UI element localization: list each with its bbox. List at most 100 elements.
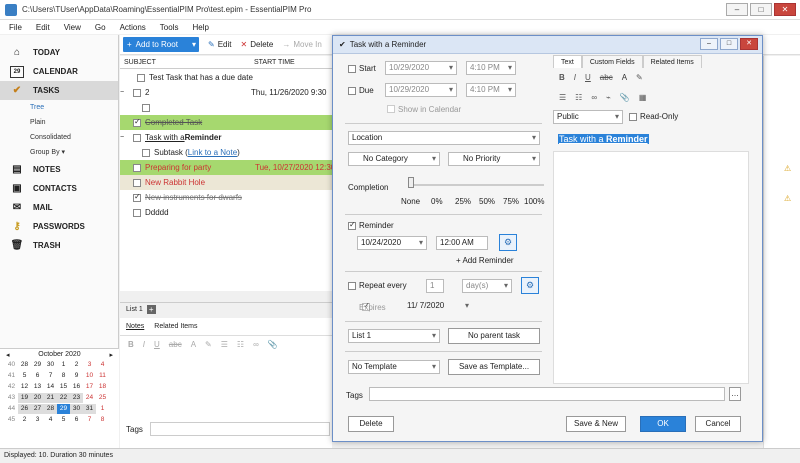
calendar-day[interactable]: 7	[83, 415, 96, 425]
repeat-checkbox[interactable]	[348, 282, 356, 290]
calendar-day[interactable]: 8	[57, 371, 70, 381]
add-list-icon[interactable]: +	[146, 305, 156, 314]
reminder-settings-gear-icon[interactable]: ⚙	[499, 234, 517, 251]
move-in-button[interactable]: → Move In	[282, 40, 321, 49]
calendar-day[interactable]: 26	[18, 404, 31, 414]
repeat-settings-gear-icon[interactable]: ⚙	[521, 277, 539, 294]
due-time-field[interactable]: 4:10 PM	[466, 83, 516, 97]
show-in-calendar-checkbox[interactable]	[387, 105, 395, 113]
dialog-close-button[interactable]: ✕	[740, 38, 758, 50]
repeat-count-field[interactable]: 1	[426, 279, 444, 293]
save-as-template-button[interactable]: Save as Template...	[448, 359, 540, 375]
nav-contacts[interactable]: ▣ CONTACTS	[0, 179, 118, 198]
menu-file[interactable]: File	[9, 23, 22, 32]
tab-related-items-dialog[interactable]: Related Items	[642, 55, 702, 68]
nav-notes[interactable]: ▤ NOTES	[0, 160, 118, 179]
priority-select[interactable]: No Priority	[448, 152, 540, 166]
dialog-minimize-button[interactable]: –	[700, 38, 718, 50]
calendar-day[interactable]: 23	[70, 393, 83, 403]
menu-actions[interactable]: Actions	[120, 23, 146, 32]
calendar-day[interactable]: 4	[96, 360, 109, 370]
task-checkbox[interactable]	[142, 148, 150, 157]
category-select[interactable]: No Category	[348, 152, 440, 166]
calendar-day[interactable]: 14	[44, 382, 57, 392]
calendar-day[interactable]: 29	[31, 360, 44, 370]
calendar-day[interactable]: 29	[57, 404, 70, 414]
tab-text[interactable]: Text	[553, 55, 582, 68]
close-button[interactable]: ✕	[774, 3, 796, 16]
menu-tools[interactable]: Tools	[160, 23, 179, 32]
calendar-day[interactable]: 25	[96, 393, 109, 403]
menu-help[interactable]: Help	[192, 23, 208, 32]
nav-mail[interactable]: ✉ MAIL	[0, 198, 118, 217]
ok-button[interactable]: OK	[640, 416, 686, 432]
calendar-day[interactable]: 1	[96, 404, 109, 414]
location-field[interactable]: Location	[348, 131, 540, 145]
link-icon[interactable]: ∞	[591, 93, 597, 102]
dialog-maximize-button[interactable]: □	[720, 38, 738, 50]
calendar-day[interactable]: 16	[70, 382, 83, 392]
calendar-day[interactable]: 5	[18, 371, 31, 381]
reminder-time-field[interactable]: 12:00 AM	[436, 236, 488, 250]
calendar-day[interactable]: 15	[57, 382, 70, 392]
start-time-field[interactable]: 4:10 PM	[466, 61, 516, 75]
tags-browse-button[interactable]: …	[729, 387, 741, 401]
calendar-day[interactable]: 30	[70, 404, 83, 414]
read-only-checkbox[interactable]	[629, 113, 637, 121]
menu-view[interactable]: View	[64, 23, 81, 32]
strikethrough-icon[interactable]: abc	[600, 73, 613, 82]
list-tab[interactable]: List 1	[126, 306, 143, 313]
minimize-button[interactable]: –	[726, 3, 748, 16]
picture-icon[interactable]: ▦	[639, 93, 647, 102]
calendar-day[interactable]: 27	[31, 404, 44, 414]
task-checkbox[interactable]	[133, 88, 141, 97]
calendar-day[interactable]: 4	[44, 415, 57, 425]
menu-edit[interactable]: Edit	[36, 23, 50, 32]
tab-notes[interactable]: Notes	[126, 323, 144, 330]
expires-date-field[interactable]: 11/ 7/2020	[404, 300, 472, 314]
col-subject[interactable]: SUBJECT	[124, 59, 254, 66]
nav-tasks-tree[interactable]: Tree	[0, 100, 118, 115]
parent-task-button[interactable]: No parent task	[448, 328, 540, 344]
task-checkbox[interactable]	[133, 133, 141, 142]
task-checkbox[interactable]	[133, 208, 141, 217]
reminder-checkbox[interactable]	[348, 220, 356, 230]
nav-tasks[interactable]: ✔ TASKS	[0, 81, 118, 100]
calendar-day[interactable]: 3	[83, 360, 96, 370]
font-color-icon[interactable]: A	[622, 73, 627, 82]
calendar-day[interactable]: 17	[83, 382, 96, 392]
template-select[interactable]: No Template	[348, 360, 440, 374]
due-checkbox[interactable]	[348, 87, 356, 95]
task-checkbox[interactable]	[142, 103, 150, 112]
calendar-day[interactable]: 5	[57, 415, 70, 425]
calendar-day[interactable]: 31	[83, 404, 96, 414]
repeat-unit-select[interactable]: day(s)	[462, 279, 512, 293]
next-month-icon[interactable]: ▸	[109, 351, 113, 359]
attach-icon[interactable]: 📎	[620, 93, 630, 102]
start-date-field[interactable]: 10/29/2020	[385, 61, 457, 75]
nav-tasks-plain[interactable]: Plain	[0, 115, 118, 130]
calendar-day[interactable]: 11	[96, 371, 109, 381]
calendar-day[interactable]: 21	[44, 393, 57, 403]
calendar-day[interactable]: 22	[57, 393, 70, 403]
task-checkbox[interactable]	[133, 178, 141, 187]
calendar-day[interactable]: 13	[31, 382, 44, 392]
col-start-time[interactable]: START TIME	[254, 59, 295, 66]
highlight-icon[interactable]: ✎	[636, 73, 643, 82]
calendar-day[interactable]: 9	[70, 371, 83, 381]
calendar-day[interactable]: 24	[83, 393, 96, 403]
tags-input[interactable]	[150, 422, 330, 436]
calendar-day[interactable]: 18	[96, 382, 109, 392]
task-checkbox[interactable]	[133, 163, 141, 172]
calendar-day[interactable]: 6	[31, 371, 44, 381]
dialog-tags-input[interactable]	[369, 387, 725, 401]
calendar-day[interactable]: 30	[44, 360, 57, 370]
numbering-icon[interactable]: ☷	[575, 93, 582, 102]
save-and-new-button[interactable]: Save & New	[566, 416, 626, 432]
unlink-icon[interactable]: ⌁	[606, 93, 611, 102]
calendar-day[interactable]: 28	[18, 360, 31, 370]
completion-slider[interactable]	[410, 184, 544, 186]
calendar-day[interactable]: 2	[70, 360, 83, 370]
calendar-day[interactable]: 10	[83, 371, 96, 381]
calendar-day[interactable]: 20	[31, 393, 44, 403]
